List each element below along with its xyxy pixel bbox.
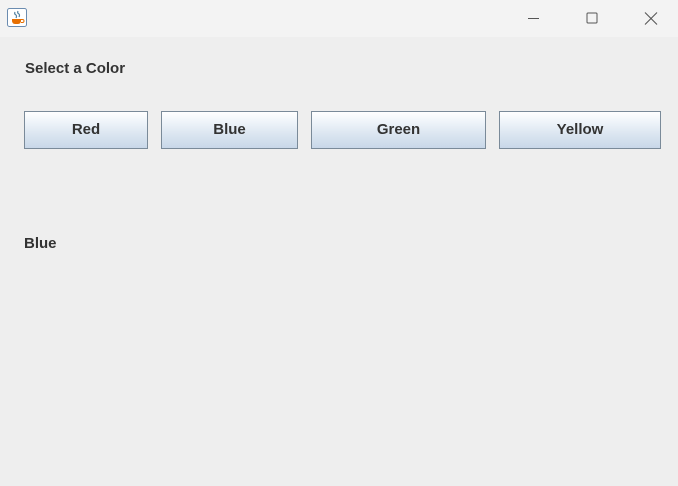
- minimize-button[interactable]: [505, 0, 563, 37]
- yellow-button[interactable]: Yellow: [499, 111, 661, 149]
- maximize-icon: [586, 12, 598, 24]
- close-button[interactable]: [621, 0, 678, 37]
- app-window: Select a Color Red Blue Green Yellow Blu…: [0, 0, 678, 486]
- selected-color-label: Blue: [24, 235, 57, 252]
- minimize-icon: [528, 18, 539, 19]
- select-color-heading: Select a Color: [25, 60, 126, 77]
- close-icon: [644, 12, 658, 25]
- maximize-button[interactable]: [563, 0, 621, 37]
- blue-button[interactable]: Blue: [161, 111, 298, 149]
- green-button[interactable]: Green: [311, 111, 486, 149]
- java-coffee-icon[interactable]: [7, 8, 27, 27]
- red-button[interactable]: Red: [24, 111, 148, 149]
- title-bar[interactable]: [0, 0, 678, 37]
